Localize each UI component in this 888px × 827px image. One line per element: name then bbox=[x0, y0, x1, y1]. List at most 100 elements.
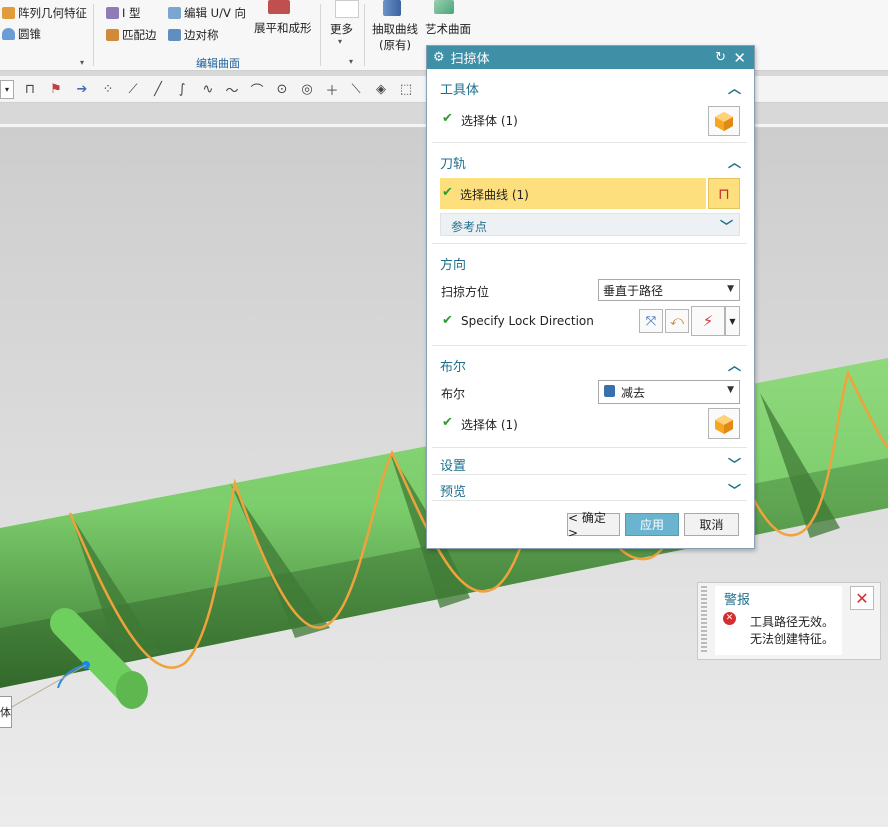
curve-rule-icon[interactable]: ⚑ bbox=[46, 79, 66, 99]
select-body-button[interactable] bbox=[708, 106, 740, 136]
sweep-orientation-select[interactable]: 垂直于路径 ▼ bbox=[598, 279, 740, 301]
edge-tooltip: 体 bbox=[0, 696, 12, 728]
section-header[interactable]: 布尔 bbox=[440, 356, 466, 375]
curve-icon[interactable]: ∫ bbox=[172, 79, 192, 99]
boolean-select[interactable]: 减去 ▼ bbox=[598, 380, 740, 404]
cone-icon bbox=[2, 28, 15, 40]
close-alert-button[interactable]: ✕ bbox=[850, 586, 874, 610]
vector-dialog-button[interactable]: ⤧ bbox=[639, 309, 663, 333]
arc-icon[interactable]: ⌒ bbox=[247, 79, 267, 99]
section-header[interactable]: 刀轨 bbox=[440, 153, 466, 172]
section-tool-body: 工具体 ︿ ✔ 选择体 (1) bbox=[432, 74, 747, 143]
boolean-label: 布尔 bbox=[441, 387, 466, 401]
i-type-icon bbox=[106, 7, 119, 19]
pattern-icon bbox=[2, 7, 15, 19]
tangent-icon[interactable]: ⟍ bbox=[346, 79, 366, 99]
i-type-button[interactable]: I 型 bbox=[106, 5, 141, 21]
arrow-right-icon[interactable]: ➔ bbox=[72, 79, 92, 99]
match-edge-icon bbox=[106, 29, 119, 41]
edit-uv-button[interactable]: 编辑 U/V 向 bbox=[168, 5, 246, 21]
reverse-direction-button[interactable]: ⤺ bbox=[665, 309, 689, 333]
flatten-form-button[interactable]: 展平和成形 bbox=[254, 0, 312, 36]
alert-panel: 警报 ✕ 工具路径无效。 无法创建特征。 ✕ bbox=[697, 582, 881, 660]
section-preview[interactable]: 预览 ﹀ bbox=[432, 478, 747, 501]
match-edge-button[interactable]: 匹配边 bbox=[106, 27, 157, 43]
section-settings[interactable]: 设置 ﹀ bbox=[432, 452, 747, 475]
expand-chevron-icon[interactable]: ﹀ bbox=[720, 216, 733, 235]
section-header[interactable]: 方向 bbox=[440, 254, 466, 273]
node-icon[interactable]: ⁘ bbox=[98, 79, 118, 99]
face-icon[interactable]: ◈ bbox=[371, 79, 391, 99]
section-header: 设置 bbox=[440, 459, 467, 474]
flatten-form-icon bbox=[268, 0, 290, 14]
select-target-body-button[interactable] bbox=[708, 408, 740, 439]
cone-button[interactable]: 圆锥 bbox=[2, 26, 41, 42]
edit-uv-icon bbox=[168, 7, 181, 19]
section-direction: 方向 扫掠方位 垂直于路径 ▼ ✔ Specify Lock Direction… bbox=[432, 249, 747, 346]
alert-title: 警报 bbox=[724, 593, 751, 608]
gear-icon[interactable]: ⚙ bbox=[433, 50, 445, 65]
pattern-geometry-button[interactable]: 阵列几何特征 bbox=[2, 5, 87, 21]
reference-point-group[interactable]: 参考点 ﹀ bbox=[440, 213, 740, 236]
group-dropdown-icon[interactable]: ▾ bbox=[349, 57, 353, 66]
extract-curve-icon bbox=[383, 0, 401, 16]
alert-message-line1: 工具路径无效。 bbox=[750, 615, 835, 629]
collapse-chevron-icon[interactable]: ︿ bbox=[728, 355, 741, 374]
section-header[interactable]: 工具体 bbox=[440, 79, 479, 98]
quadrant-icon[interactable]: ◎ bbox=[297, 79, 317, 99]
grid-icon[interactable]: ⬚ bbox=[396, 79, 416, 99]
sweep-body-dialog: ⚙ 扫掠体 ↻ ✕ 工具体 ︿ ✔ 选择体 (1) 刀轨 ︿ ✔ 选择曲线 (1… bbox=[426, 45, 755, 549]
ribbon-group-label: 编辑曲面 bbox=[196, 57, 240, 70]
wave-icon[interactable]: 〜 bbox=[222, 79, 242, 99]
vector-icon: ⤧ bbox=[645, 313, 657, 329]
curve-select-icon: ⊓ bbox=[718, 184, 730, 203]
select-body-label[interactable]: 选择体 (1) bbox=[461, 416, 518, 433]
more-button[interactable]: 更多 bbox=[330, 21, 353, 37]
apply-button[interactable]: 应用 bbox=[625, 513, 679, 536]
subtract-icon bbox=[604, 385, 615, 397]
cancel-button[interactable]: 取消 bbox=[684, 513, 739, 536]
chevron-down-icon: ▼ bbox=[727, 284, 734, 294]
select-curve-label: 选择曲线 (1) bbox=[460, 188, 529, 202]
error-icon: ✕ bbox=[723, 612, 736, 625]
collapse-chevron-icon[interactable]: ︿ bbox=[728, 152, 741, 171]
check-icon: ✔ bbox=[442, 313, 453, 328]
filter-dropdown[interactable]: ▾ bbox=[0, 80, 14, 99]
dialog-title: 扫掠体 bbox=[450, 52, 490, 67]
circle-center-icon[interactable]: ⊙ bbox=[272, 79, 292, 99]
alert-body: 警报 ✕ 工具路径无效。 无法创建特征。 bbox=[715, 586, 842, 655]
spline-icon[interactable]: ∿ bbox=[198, 79, 218, 99]
vector-dropdown[interactable]: ▼ bbox=[725, 306, 740, 336]
collapse-chevron-icon[interactable]: ︿ bbox=[728, 78, 741, 97]
snap-point-icon[interactable]: ⊓ bbox=[20, 79, 40, 99]
section-header: 预览 bbox=[440, 485, 467, 500]
select-body-label[interactable]: 选择体 (1) bbox=[461, 112, 518, 129]
section-tool-path: 刀轨 ︿ ✔ 选择曲线 (1) ⊓ 参考点 ﹀ bbox=[432, 148, 747, 244]
select-curve-row[interactable]: ✔ 选择曲线 (1) bbox=[440, 178, 706, 209]
expand-chevron-icon[interactable]: ﹀ bbox=[728, 480, 741, 499]
group-dropdown-icon[interactable]: ▾ bbox=[80, 58, 84, 67]
sweep-orientation-label: 扫掠方位 bbox=[441, 285, 490, 299]
drag-handle[interactable] bbox=[701, 586, 707, 654]
select-curve-button[interactable]: ⊓ bbox=[708, 178, 740, 209]
dialog-titlebar[interactable]: ⚙ 扫掠体 ↻ ✕ bbox=[427, 46, 754, 69]
reset-icon[interactable]: ↻ bbox=[715, 50, 726, 65]
check-icon: ✔ bbox=[442, 415, 453, 430]
more-dropdown-icon[interactable]: ▾ bbox=[338, 37, 342, 46]
alert-message-line2: 无法创建特征。 bbox=[750, 632, 835, 646]
inferred-vector-icon: ⚡ bbox=[702, 312, 714, 330]
reference-point-label: 参考点 bbox=[451, 220, 488, 234]
check-icon: ✔ bbox=[442, 185, 453, 200]
section-boolean: 布尔 ︿ 布尔 减去 ▼ ✔ 选择体 (1) bbox=[432, 351, 747, 448]
line-diag-icon[interactable]: ⟋ bbox=[123, 79, 143, 99]
inferred-vector-button[interactable]: ⚡ bbox=[691, 306, 725, 336]
cross-icon[interactable]: ＋ bbox=[322, 79, 342, 99]
expand-chevron-icon[interactable]: ﹀ bbox=[728, 454, 741, 473]
close-icon[interactable]: ✕ bbox=[733, 49, 746, 67]
extract-curve-button[interactable]: 抽取曲线 (原有) bbox=[372, 21, 418, 53]
ok-button[interactable]: < 确定 > bbox=[567, 511, 620, 540]
line-icon[interactable]: ╱ bbox=[148, 79, 168, 99]
studio-surface-button[interactable]: 艺术曲面 bbox=[425, 21, 471, 37]
lock-direction-label: Specify Lock Direction bbox=[461, 314, 594, 328]
edge-symmetry-button[interactable]: 边对称 bbox=[168, 27, 219, 43]
